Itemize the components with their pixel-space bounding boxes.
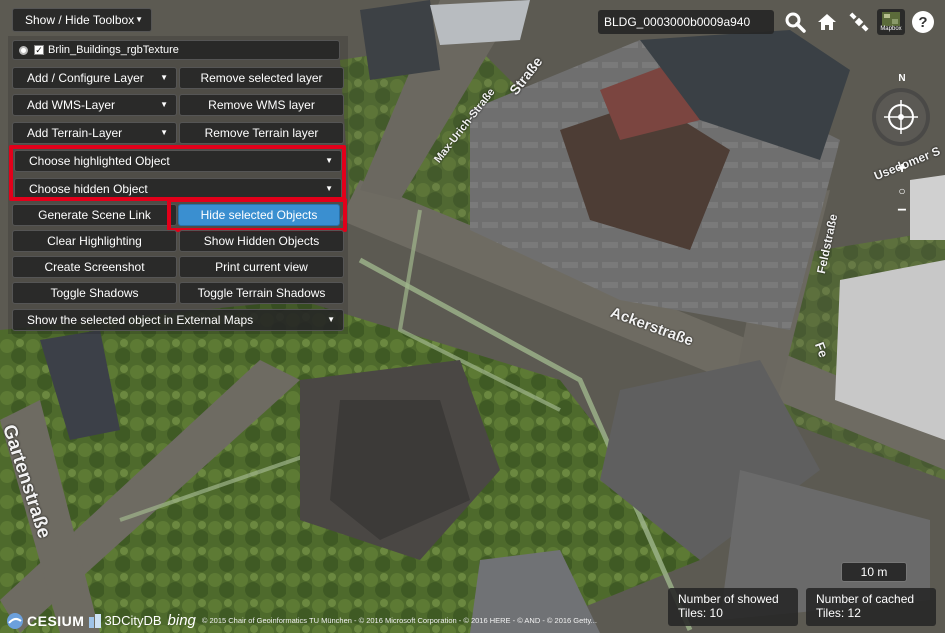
bing-logo-text[interactable]: bing — [168, 612, 196, 629]
clear-highlighting-button[interactable]: Clear Highlighting — [12, 230, 177, 252]
search-icon[interactable] — [781, 9, 809, 35]
choose-hidden-label: Choose hidden Object — [29, 182, 148, 196]
external-maps-select[interactable]: Show the selected object in External Map… — [12, 309, 344, 331]
caret-down-icon: ▼ — [135, 15, 143, 24]
remove-wms-label: Remove WMS layer — [208, 98, 315, 112]
add-terrain-label: Add Terrain-Layer — [27, 126, 123, 140]
external-maps-label: Show the selected object in External Map… — [27, 313, 254, 327]
citydb-logo-icon — [89, 613, 102, 628]
base-layer-label: Mapbox — [880, 25, 902, 32]
layer-name: Brlin_Buildings_rgbTexture — [48, 44, 179, 56]
zoom-reset-icon[interactable]: ○ — [893, 182, 911, 200]
layer-list-item[interactable]: ✓ Brlin_Buildings_rgbTexture — [12, 40, 340, 60]
toolbox-toggle-button[interactable]: Show / Hide Toolbox ▼ — [12, 8, 152, 32]
print-view-label: Print current view — [215, 260, 308, 274]
selected-object-id: BLDG_0003000b0009a940 — [598, 10, 774, 34]
print-current-view-button[interactable]: Print current view — [179, 256, 344, 278]
cesium-logo-icon — [7, 612, 23, 629]
caret-down-icon: ▼ — [160, 128, 168, 137]
satellite-icon[interactable] — [845, 9, 873, 35]
toggle-shadows-button[interactable]: Toggle Shadows — [12, 282, 177, 304]
caret-down-icon: ▼ — [160, 73, 168, 82]
remove-layer-label: Remove selected layer — [200, 71, 323, 85]
remove-wms-layer-button[interactable]: Remove WMS layer — [179, 94, 344, 116]
citydb-logo-text[interactable]: 3DCityDB — [104, 613, 161, 628]
layer-checkbox[interactable]: ✓ — [34, 45, 44, 55]
remove-terrain-label: Remove Terrain layer — [204, 126, 319, 140]
svg-text:?: ? — [918, 14, 927, 31]
add-wms-layer-button[interactable]: Add WMS-Layer ▼ — [12, 94, 177, 116]
toggle-terrain-shadows-button[interactable]: Toggle Terrain Shadows — [179, 282, 344, 304]
hide-selected-label: Hide selected Objects — [200, 208, 318, 222]
add-configure-layer-button[interactable]: Add / Configure Layer ▼ — [12, 67, 177, 89]
hide-selected-objects-button[interactable]: Hide selected Objects — [178, 204, 340, 226]
base-layer-icon[interactable]: Mapbox — [877, 9, 905, 35]
compass-north-label: N — [898, 73, 906, 84]
add-wms-label: Add WMS-Layer — [27, 98, 116, 112]
compass-icon — [884, 100, 918, 134]
add-layer-label: Add / Configure Layer — [27, 71, 144, 85]
toggle-shadows-label: Toggle Shadows — [50, 286, 139, 300]
generate-scene-link-label: Generate Scene Link — [38, 208, 151, 222]
toolbox-toggle-label: Show / Hide Toolbox — [25, 13, 135, 27]
show-hidden-objects-button[interactable]: Show Hidden Objects — [179, 230, 344, 252]
choose-hidden-object-select[interactable]: Choose hidden Object ▼ — [14, 178, 342, 200]
caret-down-icon: ▼ — [160, 100, 168, 109]
toggle-terrain-shadows-label: Toggle Terrain Shadows — [197, 286, 326, 300]
generate-scene-link-button[interactable]: Generate Scene Link — [12, 204, 177, 226]
add-terrain-layer-button[interactable]: Add Terrain-Layer ▼ — [12, 122, 177, 144]
clear-highlighting-label: Clear Highlighting — [47, 234, 142, 248]
show-hidden-label: Show Hidden Objects — [203, 234, 320, 248]
remove-terrain-layer-button[interactable]: Remove Terrain layer — [179, 122, 344, 144]
caret-down-icon: ▼ — [327, 315, 335, 324]
choose-highlighted-label: Choose highlighted Object — [29, 154, 170, 168]
caret-down-icon: ▼ — [325, 184, 333, 193]
scale-bar: 10 m — [841, 562, 907, 582]
zoom-in-button[interactable]: + — [893, 160, 911, 178]
compass-ring[interactable] — [872, 88, 930, 146]
choose-highlighted-object-select[interactable]: Choose highlighted Object ▼ — [14, 150, 342, 172]
create-screenshot-label: Create Screenshot — [44, 260, 145, 274]
zoom-out-button[interactable]: − — [893, 202, 911, 220]
remove-selected-layer-button[interactable]: Remove selected layer — [179, 67, 344, 89]
create-screenshot-button[interactable]: Create Screenshot — [12, 256, 177, 278]
attribution-text: © 2015 Chair of Geoinformatics TU Münche… — [201, 616, 597, 625]
selected-object-label: BLDG_0003000b0009a940 — [604, 15, 751, 29]
credits-bar: CESIUM 3DCityDB bing © 2015 Chair of Geo… — [0, 608, 945, 633]
help-icon[interactable]: ? — [909, 9, 937, 35]
home-icon[interactable] — [813, 9, 841, 35]
caret-down-icon: ▼ — [325, 156, 333, 165]
layer-radio[interactable] — [19, 45, 28, 55]
cesium-logo-text[interactable]: CESIUM — [27, 613, 84, 629]
